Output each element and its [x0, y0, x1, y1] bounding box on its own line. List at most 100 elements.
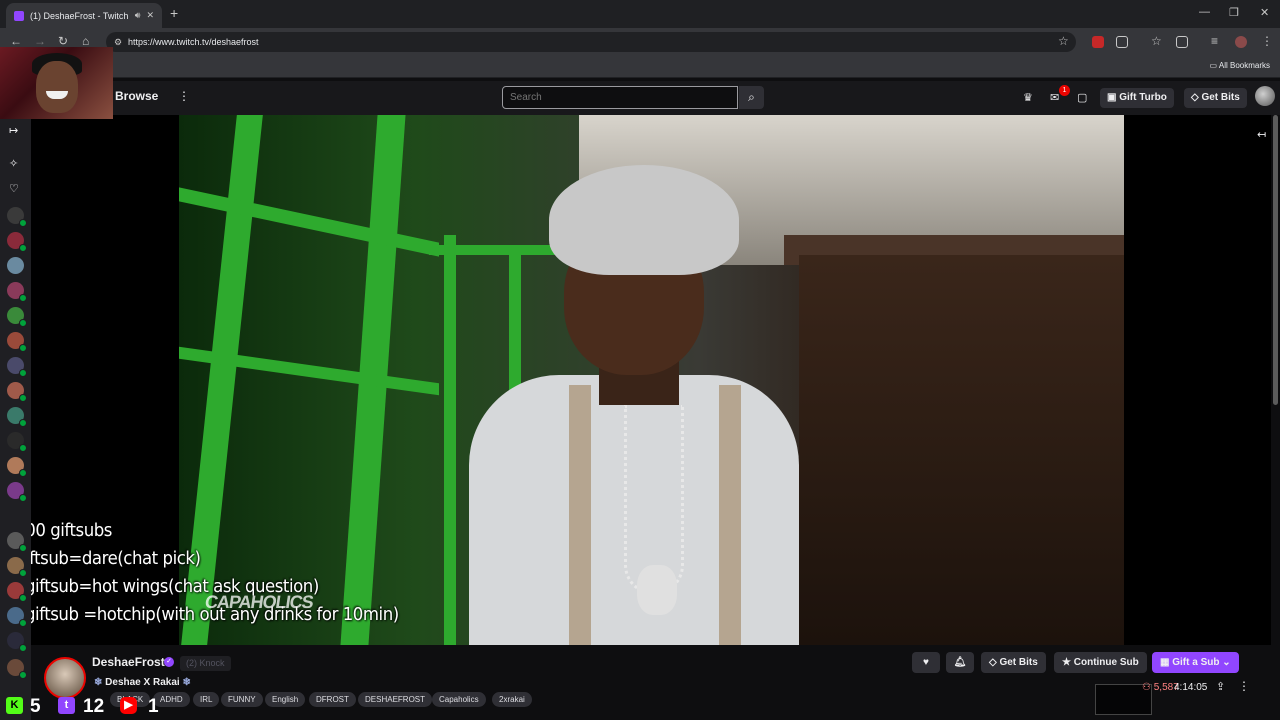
green-door-frame: [179, 187, 439, 257]
recommended-icon[interactable]: ✧: [9, 157, 18, 170]
notification-badge: 1: [1059, 85, 1070, 96]
speaker-icon[interactable]: 🔊︎: [135, 10, 141, 21]
get-bits-top-button[interactable]: ◇ Get Bits: [1184, 88, 1247, 108]
tag-chip[interactable]: DFROST: [309, 692, 356, 707]
followed-channel-avatar[interactable]: [7, 607, 27, 627]
browse-link[interactable]: Browse: [115, 89, 158, 103]
tag-chip[interactable]: DESHAEFROST: [358, 692, 433, 707]
followed-channel-avatar[interactable]: [7, 457, 27, 477]
capaholics-watermark: CAPAHOLICS: [203, 592, 315, 612]
bits-icon: ◇: [989, 657, 1000, 668]
minimize-icon[interactable]: —: [1199, 6, 1210, 18]
tab-search-icon[interactable]: [1176, 36, 1188, 48]
person-pendant: [637, 565, 677, 615]
youtube-logo-icon: ▶: [120, 697, 137, 714]
browser-tab[interactable]: (1) DeshaeFrost - Twitch 🔊︎ ✕: [6, 3, 162, 28]
maximize-icon[interactable]: ❐: [1229, 6, 1239, 19]
more-options-icon[interactable]: ⋮: [178, 89, 190, 103]
channel-avatar[interactable]: [44, 657, 86, 699]
followed-channel-avatar[interactable]: [7, 482, 27, 502]
followed-channel-avatar[interactable]: [7, 557, 27, 577]
url-text: https://www.twitch.tv/deshaefrost: [128, 37, 259, 47]
url-field[interactable]: ⚙︎ https://www.twitch.tv/deshaefrost: [106, 32, 1076, 52]
media-control-icon[interactable]: ≡: [1211, 34, 1218, 48]
followed-channel-avatar[interactable]: [7, 532, 27, 552]
followed-heart-icon[interactable]: ♡: [9, 182, 19, 195]
followed-channel-avatar[interactable]: [7, 432, 27, 452]
search-input[interactable]: [502, 86, 738, 109]
page-scrollbar[interactable]: [1273, 115, 1278, 405]
home-icon[interactable]: ⌂: [82, 34, 89, 48]
live-indicator: [19, 544, 27, 552]
tag-chip[interactable]: FUNNY: [221, 692, 263, 707]
search-icon: ⌕: [748, 90, 755, 104]
followed-channel-avatar[interactable]: [7, 582, 27, 602]
reload-icon[interactable]: ↻: [58, 34, 68, 48]
live-indicator: [19, 219, 27, 227]
kick-logo-icon: K: [6, 697, 23, 714]
turbo-icon: ▣: [1107, 92, 1120, 103]
bookmarks-bar: ▭ All Bookmarks: [0, 56, 1280, 78]
extensions-puzzle-icon[interactable]: [1116, 36, 1128, 48]
close-tab-icon[interactable]: ✕: [146, 10, 154, 21]
tag-chip[interactable]: IRL: [193, 692, 220, 707]
tag-chip[interactable]: Capaholics: [432, 692, 486, 707]
whispers-icon[interactable]: ▢: [1077, 91, 1087, 104]
followed-channel-avatar[interactable]: [7, 659, 27, 679]
followed-channel-avatar[interactable]: [7, 332, 27, 352]
user-avatar[interactable]: [1255, 86, 1275, 106]
profile-avatar-icon[interactable]: [1235, 36, 1247, 48]
share-icon[interactable]: ⇪: [1216, 680, 1225, 693]
live-indicator: [19, 594, 27, 602]
followed-channel-avatar[interactable]: [7, 407, 27, 427]
back-icon[interactable]: ←: [10, 34, 22, 48]
twitch-count: 12: [83, 696, 105, 717]
live-indicator: [19, 244, 27, 252]
get-bits-button[interactable]: ◇ Get Bits: [981, 652, 1046, 673]
chevron-down-icon: ⌄: [1219, 657, 1231, 668]
followed-channel-avatar[interactable]: [7, 307, 27, 327]
gift-turbo-button[interactable]: ▣ Gift Turbo: [1100, 88, 1174, 108]
tag-chip[interactable]: 2xrakai: [492, 692, 532, 707]
category-icon: ❄: [94, 677, 106, 688]
followed-channel-avatar[interactable]: [7, 282, 27, 302]
tab-title: (1) DeshaeFrost - Twitch: [30, 10, 129, 21]
star-icon: ★: [1062, 657, 1074, 668]
new-tab-button[interactable]: +: [170, 5, 178, 21]
live-indicator: [19, 294, 27, 302]
followed-channel-avatar[interactable]: [7, 232, 27, 252]
bits-icon: ◇: [1191, 92, 1202, 103]
live-indicator: [19, 671, 27, 679]
followed-channel-avatar[interactable]: [7, 257, 24, 274]
browser-menu-icon[interactable]: ⋮: [1261, 34, 1273, 48]
followed-channel-avatar[interactable]: [7, 357, 27, 377]
gift-icon: ▦: [1160, 657, 1173, 668]
bookmark-star-icon[interactable]: ☆: [1058, 34, 1069, 48]
bookmarks-icon[interactable]: ☆: [1151, 34, 1162, 48]
channel-name[interactable]: DeshaeFrost: [92, 655, 165, 669]
forward-icon[interactable]: →: [34, 34, 46, 48]
continue-sub-button[interactable]: ★ Continue Sub: [1054, 652, 1147, 673]
live-indicator: [19, 469, 27, 477]
followed-channel-avatar[interactable]: [7, 382, 27, 402]
all-bookmarks-button[interactable]: ▭ All Bookmarks: [1210, 61, 1270, 70]
search-button[interactable]: ⌕: [739, 86, 764, 109]
extension-icon[interactable]: [1092, 36, 1104, 48]
inbox-icon[interactable]: ✉: [1050, 91, 1059, 104]
live-indicator: [19, 394, 27, 402]
all-bookmarks-label: All Bookmarks: [1218, 61, 1270, 70]
follow-heart-button[interactable]: ♥: [912, 652, 940, 673]
more-icon[interactable]: ⋮: [1238, 679, 1250, 693]
collapse-chat-icon[interactable]: ↤: [1257, 128, 1266, 141]
prime-crown-icon[interactable]: ♛: [1023, 91, 1033, 104]
tag-chip[interactable]: English: [265, 692, 306, 707]
site-info-icon[interactable]: ⚙︎: [114, 32, 122, 52]
notifications-bell-button[interactable]: 🔔︎: [946, 652, 974, 673]
expand-sidebar-icon[interactable]: ↦: [9, 124, 18, 137]
video-player[interactable]: [31, 115, 1271, 645]
close-window-icon[interactable]: ✕: [1260, 6, 1269, 19]
gift-a-sub-button[interactable]: ▦ Gift a Sub ⌄: [1152, 652, 1239, 673]
followed-channel-avatar[interactable]: [7, 632, 27, 652]
followed-channels-sidebar: ↦ ✧ ♡: [0, 119, 31, 720]
followed-channel-avatar[interactable]: [7, 207, 27, 227]
